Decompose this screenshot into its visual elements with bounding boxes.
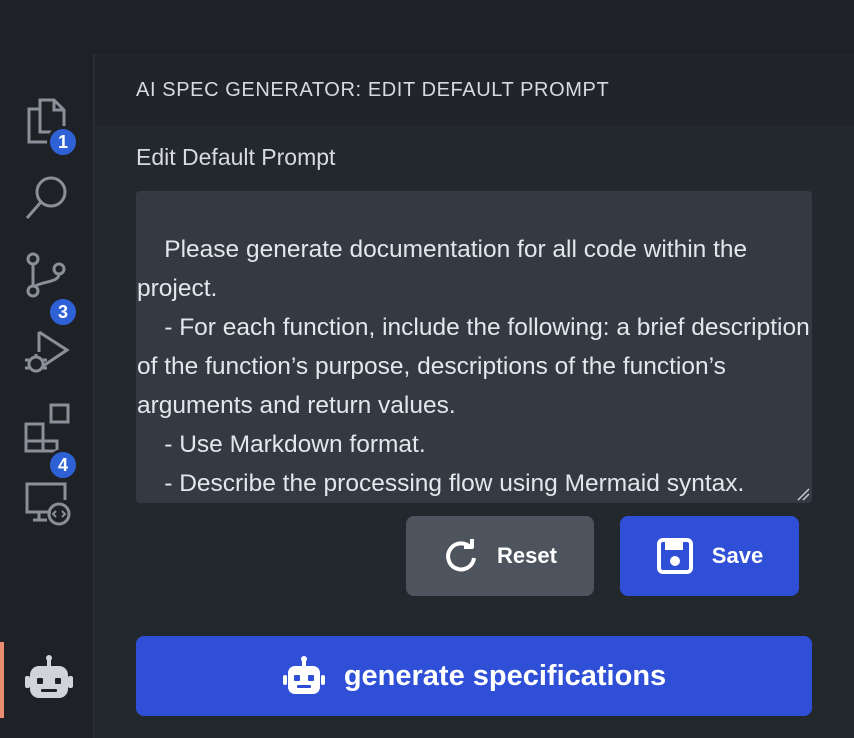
activity-remote-explorer[interactable] <box>0 466 94 542</box>
robot-icon <box>282 656 325 694</box>
run-debug-icon <box>25 330 70 373</box>
save-icon <box>656 538 693 574</box>
side-panel: AI SPEC GENERATOR: EDIT DEFAULT PROMPT E… <box>95 54 854 738</box>
activity-search[interactable] <box>0 160 94 236</box>
explorer-badge: 1 <box>47 126 79 158</box>
save-button[interactable]: Save <box>620 516 799 596</box>
search-icon <box>25 176 67 219</box>
extensions-icon <box>24 403 70 453</box>
source-control-icon <box>26 252 66 298</box>
activity-run-debug[interactable] <box>0 314 94 390</box>
reset-button-label: Reset <box>497 543 557 568</box>
reset-button[interactable]: Reset <box>406 516 594 596</box>
resize-grip-icon[interactable] <box>796 487 810 501</box>
prompt-text: Please generate documentation for all co… <box>137 236 810 497</box>
section-label: Edit Default Prompt <box>136 144 336 170</box>
activity-explorer[interactable]: 1 <box>0 83 94 159</box>
activity-extensions[interactable]: 4 <box>0 390 94 481</box>
title-bar <box>0 0 854 54</box>
save-button-label: Save <box>711 543 764 568</box>
panel-title: AI SPEC GENERATOR: EDIT DEFAULT PROMPT <box>95 54 854 126</box>
activity-bar: 1 3 4 <box>0 54 94 738</box>
prompt-textarea[interactable]: Please generate documentation for all co… <box>136 191 812 503</box>
activity-source-control[interactable]: 3 <box>0 237 94 328</box>
remote-explorer-icon <box>25 482 71 526</box>
generate-button-label: generate specifications <box>343 659 667 692</box>
robot-icon <box>25 655 73 698</box>
generate-specifications-button[interactable]: generate specifications <box>136 636 812 716</box>
activity-ai-spec-generator[interactable] <box>0 642 94 718</box>
reset-icon <box>446 539 477 572</box>
